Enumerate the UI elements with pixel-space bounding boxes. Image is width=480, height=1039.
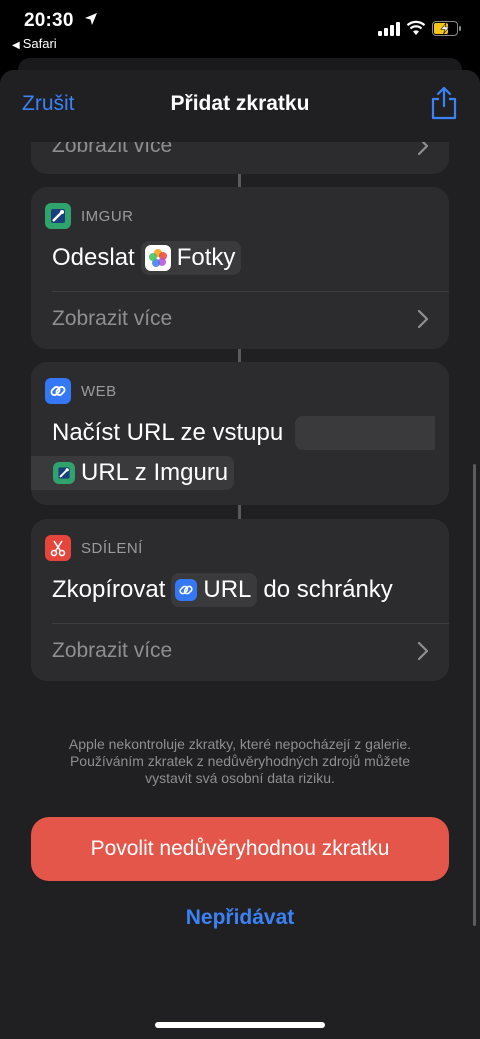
flow-connector xyxy=(238,174,241,188)
back-to-app-link[interactable]: ◀ Safari xyxy=(12,36,57,51)
imgur-url-token[interactable]: URL z Imguru xyxy=(31,456,235,490)
signal-icon xyxy=(378,22,400,36)
card-header-label: IMGUR xyxy=(81,207,134,225)
card-header: IMGUR xyxy=(45,203,134,229)
location-arrow-icon xyxy=(85,13,97,25)
empty-parameter-token[interactable] xyxy=(295,416,436,450)
chevron-right-icon xyxy=(417,641,429,661)
notice-line: Používáním zkratek z nedůvěryhodných zdr… xyxy=(69,753,411,769)
dont-add-button[interactable]: Nepřidávat xyxy=(0,906,480,930)
flow-connector xyxy=(238,349,241,363)
back-app-label: Safari xyxy=(22,36,57,51)
action-line: Zkopírovat URL do schránky xyxy=(52,573,393,607)
notice-line: Apple nekontroluje zkratky, které nepoch… xyxy=(68,736,412,752)
url-token-label: URL xyxy=(203,576,252,603)
show-more-label: Zobrazit více xyxy=(52,307,173,330)
url-token[interactable]: URL xyxy=(171,573,258,607)
flow-connector xyxy=(238,505,241,519)
imgur-action-card[interactable]: IMGUR Odeslat Fotky Zobrazit více xyxy=(31,187,449,349)
status-time: 20:30 xyxy=(24,10,74,31)
show-more-row[interactable]: Zobrazit více xyxy=(52,307,429,331)
action-line: Odeslat Fotky xyxy=(52,241,247,275)
scissors-icon xyxy=(45,535,71,561)
back-triangle-icon: ◀ xyxy=(12,40,20,51)
action-line-2: URL z Imguru xyxy=(31,456,240,490)
page-title: Přidat zkratku xyxy=(170,92,310,115)
web-action-card[interactable]: WEB Načíst URL ze vstupu URL z Imguru xyxy=(31,362,449,505)
chevron-right-icon xyxy=(417,309,429,329)
show-more-label: Zobrazit více xyxy=(52,639,173,662)
notice-line: vystavit svá osobní data riziku. xyxy=(145,770,335,786)
action-verb: Zkopírovat xyxy=(52,576,166,603)
action-verb: Odeslat xyxy=(52,244,135,271)
allow-untrusted-shortcut-button[interactable]: Povolit nedůvěryhodnou zkratku xyxy=(31,817,449,881)
action-text: Načíst URL ze vstupu xyxy=(52,419,284,446)
battery-charging-icon xyxy=(432,21,461,36)
link-icon xyxy=(175,579,198,601)
action-line: Načíst URL ze vstupu xyxy=(52,416,436,450)
action-suffix: do schránky xyxy=(263,576,393,603)
show-more-row[interactable]: Zobrazit více xyxy=(52,639,429,663)
card-header: WEB xyxy=(45,378,117,404)
photos-token-label: Fotky xyxy=(176,244,236,271)
nav-bar: Zrušit Přidat zkratku xyxy=(0,70,480,142)
divider xyxy=(52,291,449,292)
wifi-icon xyxy=(406,20,426,35)
card-header-label: WEB xyxy=(81,382,117,400)
scrollbar[interactable] xyxy=(473,464,476,926)
status-bar: 20:30 ◀ Safari xyxy=(0,0,480,56)
link-icon xyxy=(45,378,71,404)
divider xyxy=(52,623,449,624)
add-shortcut-sheet: Zobrazit více Zrušit Přidat zkratku IMGU… xyxy=(0,70,480,1039)
share-action-card[interactable]: SDÍLENÍ Zkopírovat URL do schránky Zobra… xyxy=(31,519,449,681)
imgur-icon xyxy=(53,462,75,484)
share-icon[interactable] xyxy=(430,86,458,120)
imgur-url-token-label: URL z Imguru xyxy=(81,459,229,486)
photos-icon xyxy=(144,245,171,271)
photos-token[interactable]: Fotky xyxy=(140,241,242,275)
imgur-icon xyxy=(45,203,71,229)
card-header: SDÍLENÍ xyxy=(45,535,143,561)
home-indicator[interactable] xyxy=(155,1022,325,1028)
untrusted-notice: Apple nekontroluje zkratky, které nepoch… xyxy=(40,736,440,787)
card-header-label: SDÍLENÍ xyxy=(81,539,143,557)
